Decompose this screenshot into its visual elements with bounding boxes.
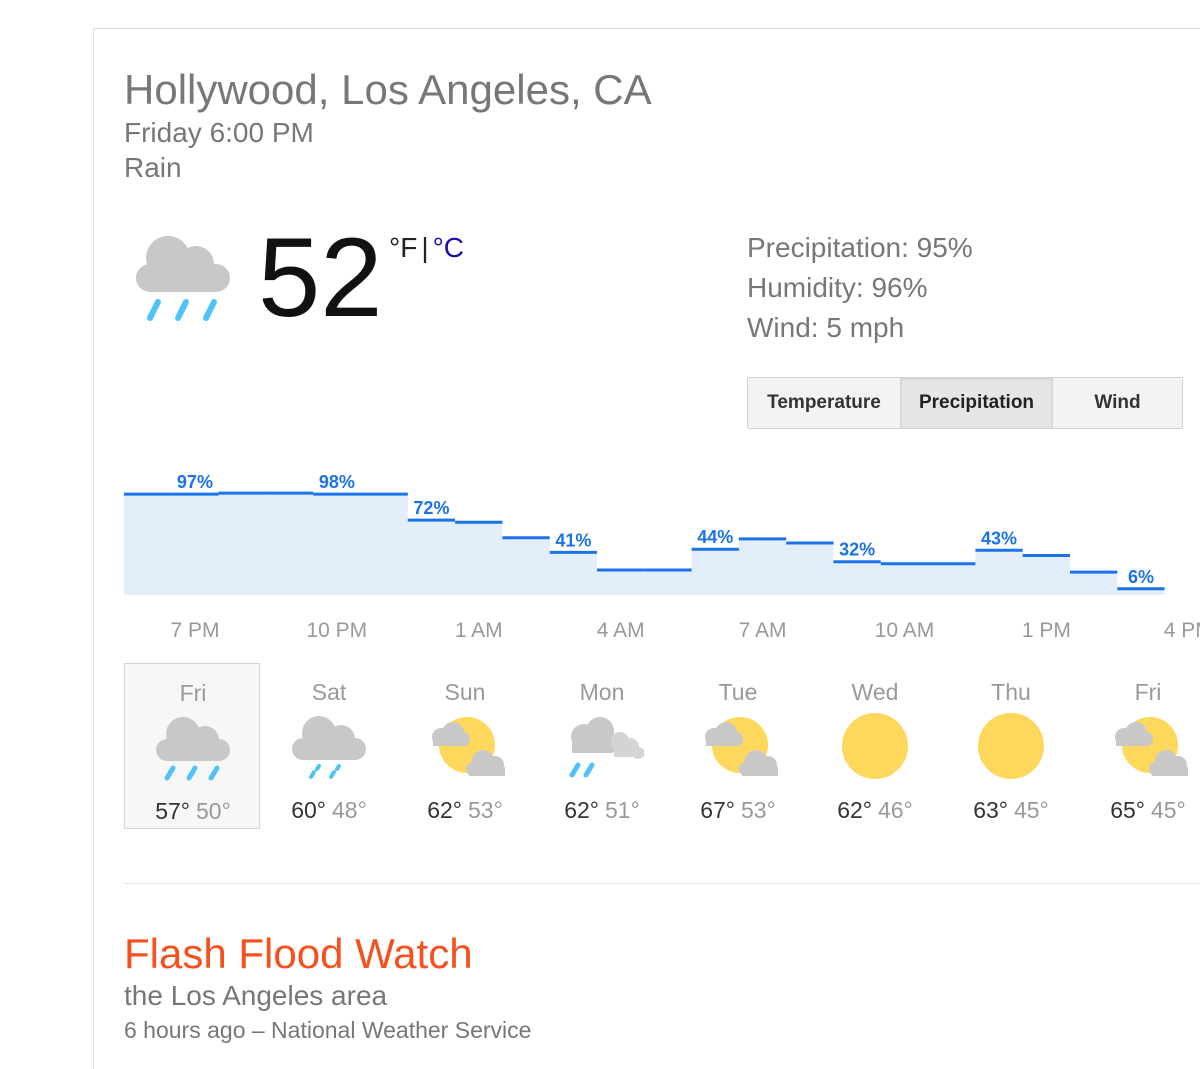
- precipitation-chart: 97% 98% 72% 41% 44% 32% 43% 6% 7 PM 10 PM 1 AM 4 AM…: [124, 472, 1200, 642]
- condition-label: Rain: [124, 152, 182, 183]
- x-tick-label: 1 AM: [455, 619, 503, 642]
- forecast-high: 62°: [564, 797, 599, 823]
- tab-wind[interactable]: Wind: [1053, 378, 1182, 428]
- x-tick-label: 7 AM: [739, 619, 787, 642]
- forecast-day[interactable]: Fri 57° 50°: [124, 663, 260, 829]
- section-divider: [124, 883, 1200, 884]
- forecast-day[interactable]: Thu 63° 45°: [943, 663, 1079, 829]
- forecast-temps: 67° 53°: [670, 797, 806, 824]
- humidity-stat: Humidity: 96%: [747, 272, 928, 303]
- forecast-low: 53°: [741, 797, 776, 823]
- precipitation-value-label: 72%: [413, 498, 449, 518]
- wind-stat: Wind: 5 mph: [747, 312, 905, 343]
- rain-cloud-icon: [153, 712, 233, 787]
- forecast-day-name: Fri: [179, 680, 207, 706]
- forecast-day[interactable]: Wed 62° 46°: [807, 663, 943, 829]
- forecast-temps: 62° 46°: [807, 797, 943, 824]
- precipitation-value-label: 97%: [177, 472, 213, 492]
- forecast-day-name: Thu: [991, 679, 1031, 705]
- precipitation-value-label: 44%: [697, 527, 733, 547]
- forecast-low: 51°: [605, 797, 640, 823]
- forecast-high: 62°: [427, 797, 462, 823]
- forecast-temps: 62° 51°: [534, 797, 670, 824]
- alert-title-link[interactable]: Flash Flood Watch: [124, 930, 473, 978]
- forecast-low: 45°: [1014, 797, 1049, 823]
- forecast-high: 57°: [155, 798, 190, 824]
- cloudy-showers-icon: [562, 711, 646, 786]
- x-tick-label: 7 PM: [170, 619, 219, 642]
- forecast-day-name: Sat: [311, 679, 347, 705]
- forecast-day[interactable]: Tue 67° 53°: [670, 663, 806, 829]
- forecast-low: 46°: [878, 797, 913, 823]
- precipitation-value-label: 41%: [555, 530, 591, 550]
- precipitation-stat: Precipitation: 95%: [747, 232, 973, 263]
- x-tick-label: 1 PM: [1022, 619, 1071, 642]
- forecast-day-name: Wed: [851, 679, 899, 705]
- light-rain-cloud-icon: [289, 711, 369, 786]
- forecast-high: 67°: [700, 797, 735, 823]
- forecast-temps: 62° 53°: [397, 797, 533, 824]
- x-tick-label: 10 AM: [875, 619, 935, 642]
- forecast-low: 48°: [332, 797, 367, 823]
- forecast-temps: 65° 45°: [1080, 797, 1200, 824]
- partly-cloudy-icon: [1108, 711, 1192, 786]
- x-tick-label: 4 PM: [1164, 619, 1200, 642]
- precipitation-value-label: 6%: [1128, 567, 1154, 587]
- x-tick-label: 10 PM: [306, 619, 367, 642]
- forecast-temps: 60° 48°: [261, 797, 397, 824]
- x-tick-label: 4 AM: [597, 619, 645, 642]
- sun-icon: [971, 711, 1051, 786]
- forecast-day[interactable]: Fri 65° 45°: [1080, 663, 1200, 829]
- forecast-low: 45°: [1151, 797, 1186, 823]
- forecast-temps: 63° 45°: [943, 797, 1079, 824]
- rain-cloud-icon: [130, 228, 234, 329]
- partly-cloudy-icon: [698, 711, 782, 786]
- alert-source: 6 hours ago – National Weather Service: [124, 1017, 532, 1043]
- forecast-high: 62°: [837, 797, 872, 823]
- forecast-day[interactable]: Sun 62° 53°: [397, 663, 533, 829]
- forecast-high: 60°: [291, 797, 326, 823]
- forecast-day[interactable]: Sat 60° 48°: [261, 663, 397, 829]
- forecast-temps: 57° 50°: [125, 798, 261, 825]
- forecast-day[interactable]: Mon 62° 51°: [534, 663, 670, 829]
- fahrenheit-unit[interactable]: °F: [389, 232, 417, 263]
- partly-cloudy-icon: [425, 711, 509, 786]
- tab-precipitation[interactable]: Precipitation: [901, 378, 1053, 428]
- forecast-day-name: Fri: [1134, 679, 1162, 705]
- current-temperature: 52: [258, 215, 383, 340]
- weather-stats: Precipitation: 95% Humidity: 96% Wind: 5…: [747, 228, 973, 348]
- precipitation-value-label: 32%: [839, 540, 875, 560]
- sun-icon: [835, 711, 915, 786]
- chart-tabs: Temperature Precipitation Wind: [747, 377, 1183, 429]
- forecast-high: 65°: [1110, 797, 1145, 823]
- forecast-low: 50°: [196, 798, 231, 824]
- location-title: Hollywood, Los Angeles, CA: [124, 66, 652, 113]
- datetime-label: Friday 6:00 PM: [124, 117, 314, 148]
- unit-toggle: °F | °C: [389, 232, 464, 264]
- forecast-day-name: Sun: [444, 679, 486, 705]
- unit-separator: |: [421, 232, 429, 263]
- precipitation-value-label: 98%: [319, 472, 355, 492]
- precipitation-value-label: 43%: [981, 528, 1017, 548]
- forecast-day-name: Mon: [579, 679, 625, 705]
- forecast-high: 63°: [973, 797, 1008, 823]
- alert-area: the Los Angeles area: [124, 980, 388, 1011]
- tab-temperature[interactable]: Temperature: [748, 378, 901, 428]
- celsius-unit-link[interactable]: °C: [433, 232, 464, 263]
- forecast-day-name: Tue: [718, 679, 758, 705]
- forecast-low: 53°: [468, 797, 503, 823]
